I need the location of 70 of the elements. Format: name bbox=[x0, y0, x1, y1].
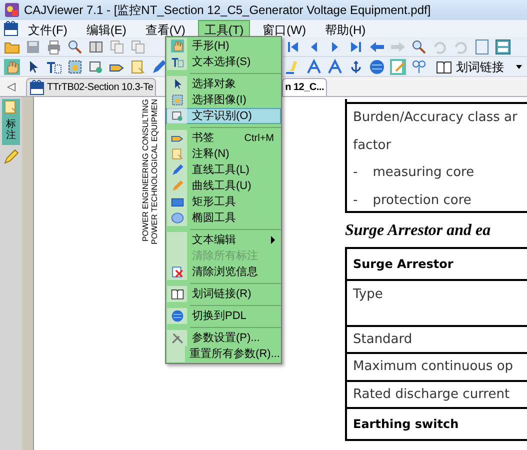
table-cell: Standard bbox=[347, 326, 527, 354]
table-cell: Rated discharge current bbox=[347, 382, 527, 409]
pdf-file-icon bbox=[3, 20, 19, 36]
note-icon bbox=[3, 99, 19, 115]
cell-text: protection core bbox=[372, 192, 472, 210]
menu-item[interactable]: 重置所有参数(R)... bbox=[166, 346, 281, 362]
ocr-icon[interactable] bbox=[88, 58, 104, 74]
table-cell: Maximum continuous op bbox=[347, 354, 527, 382]
side-panel-tab[interactable]: 标注 bbox=[2, 99, 20, 145]
marker-pencil-icon[interactable] bbox=[3, 149, 19, 165]
menu-item[interactable]: 参数设置(P)... bbox=[166, 330, 281, 346]
menu-item[interactable]: 文本编辑 bbox=[166, 232, 281, 248]
note-icon bbox=[170, 146, 184, 162]
menu-item[interactable]: 椭圆工具 bbox=[166, 210, 281, 226]
app-logo-icon bbox=[4, 2, 20, 18]
open-book-icon bbox=[436, 58, 452, 74]
menu-item[interactable]: 选择对象 bbox=[166, 76, 281, 92]
tab-scroll-button[interactable]: ◁ bbox=[0, 78, 22, 96]
menu-item[interactable]: 编辑(E) bbox=[80, 20, 132, 37]
table-cell: Earthing switch bbox=[347, 409, 527, 441]
clear-icon bbox=[170, 264, 184, 280]
menu-item[interactable]: 查看(V) bbox=[139, 20, 192, 37]
curve-pencil-icon bbox=[170, 178, 184, 194]
menu-item[interactable]: 帮助(H) bbox=[318, 20, 372, 37]
table-cell: Surge Arrestor bbox=[347, 249, 527, 281]
pencil-note-icon[interactable] bbox=[390, 58, 406, 74]
note-icon[interactable] bbox=[130, 58, 146, 74]
image-select-icon bbox=[170, 92, 184, 108]
menu-item[interactable]: 工具(T) bbox=[198, 20, 250, 37]
section-heading: Surge Arrestor and ea bbox=[345, 221, 492, 241]
menu-item[interactable]: 划词链接(R) bbox=[166, 286, 281, 302]
table-cell: Type bbox=[347, 281, 527, 326]
two-pane-icon[interactable] bbox=[495, 38, 511, 54]
list-marker: - bbox=[353, 164, 358, 182]
menu-item[interactable]: 文字识别(O) bbox=[166, 108, 281, 124]
caret-icon bbox=[516, 64, 522, 68]
menu-item: 清除所有标注 bbox=[166, 248, 281, 264]
vertical-text: POWER ENGINEERING CONSULTING bbox=[141, 99, 150, 242]
menu-item[interactable]: 书签 Ctrl+M bbox=[166, 130, 281, 146]
image-select-icon[interactable] bbox=[67, 58, 83, 74]
menu-item[interactable]: 切换到PDL bbox=[166, 308, 281, 324]
menu-item[interactable]: 文本选择(S) bbox=[166, 54, 281, 70]
cell-text: measuring core bbox=[372, 164, 474, 182]
menu-item[interactable]: 文件(F) bbox=[22, 20, 74, 37]
menu-item[interactable]: 选择图像(I) bbox=[166, 92, 281, 108]
single-page-icon[interactable] bbox=[474, 38, 490, 54]
menu-item[interactable]: 注释(N) bbox=[166, 146, 281, 162]
menu-item[interactable]: 矩形工具 bbox=[166, 194, 281, 210]
hand-icon[interactable] bbox=[4, 58, 20, 74]
menu-item[interactable]: 窗口(W) bbox=[256, 20, 312, 37]
word-link-button[interactable]: 划词链接 bbox=[432, 58, 526, 76]
magnifier-icon[interactable] bbox=[411, 38, 427, 54]
cell-text: Burden/Accuracy class ar bbox=[353, 109, 518, 127]
menu-item[interactable]: 直线工具(L) bbox=[166, 162, 281, 178]
cell-text: factor bbox=[353, 136, 392, 154]
menu-item[interactable]: 清除浏览信息 bbox=[166, 264, 281, 280]
letter-a-icon[interactable] bbox=[306, 58, 322, 74]
menu-item[interactable]: 曲线工具(U) bbox=[166, 178, 281, 194]
document-tab[interactable]: n 12_C... bbox=[282, 78, 327, 96]
list-marker: - bbox=[353, 192, 358, 210]
hand-icon bbox=[170, 38, 184, 54]
vertical-text: POWER TECHNOLOGICAL EQUIPMEN bbox=[150, 99, 159, 244]
printer-icon[interactable] bbox=[46, 38, 62, 54]
pencil-icon bbox=[170, 162, 184, 178]
menu-item[interactable]: 手形(H) bbox=[166, 38, 281, 54]
letter-a-icon[interactable] bbox=[327, 58, 343, 74]
ellipse-icon bbox=[170, 210, 184, 226]
magnifier-icon[interactable] bbox=[67, 38, 83, 54]
document-tab[interactable]: TTrTB02-Section 10.3-Te bbox=[26, 78, 156, 96]
window-title: CAJViewer 7.1 - [监控NT_Section 12_C5_Generator Voltage Equipment.pdf] bbox=[24, 2, 431, 19]
